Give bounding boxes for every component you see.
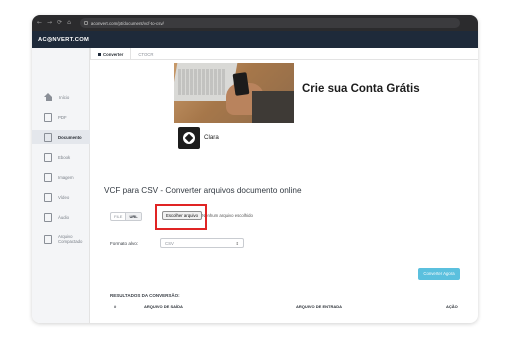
target-format-label: Formato alvo: [110,241,139,246]
column-header-number: # [114,304,117,309]
back-icon[interactable]: ← [37,15,42,31]
ad-brand-logo [178,127,200,149]
tab-label: CTOCR [138,51,154,57]
video-icon [44,192,52,202]
column-header-action: AÇÃO [446,304,458,309]
page: ← → ⟳ ⌂ aconvert.com/pt/document/vcf-to-… [0,0,513,340]
source-file-option[interactable]: FILE [111,213,125,220]
tab-ctocr[interactable]: CTOCR [131,48,160,60]
audio-icon [44,212,52,222]
target-format-select[interactable]: CSV ⇕ [160,238,244,248]
star-icon [183,132,195,144]
tab-bar: Converter CTOCR [90,48,478,60]
page-body: Início PDF Documento Ebook Imagem Vídeo … [32,48,478,323]
ebook-icon [44,152,52,162]
highlight-box [155,204,207,230]
address-bar[interactable]: aconvert.com/pt/document/vcf-to-csv/ [79,18,460,28]
sidebar-item-video[interactable]: Vídeo [32,190,90,204]
sidebar-item-arquivo-compactado[interactable]: Arquivo Compactado [32,230,90,248]
sidebar-item-documento[interactable]: Documento [32,130,90,144]
sidebar-item-label: Imagem [58,174,74,180]
reload-icon[interactable]: ⟳ [57,15,62,31]
tab-converter[interactable]: Converter [90,48,132,60]
site-header: AC◎NVERT.COM [32,31,478,48]
sidebar: Início PDF Documento Ebook Imagem Vídeo … [32,48,90,323]
advertisement-banner[interactable]: Crie sua Conta Grátis Clara [174,63,478,152]
results-title: RESULTADOS DA CONVERSÃO: [110,293,180,298]
convert-now-button[interactable]: Converter Agora [418,268,460,280]
file-status: Nenhum arquivo escolhido [202,213,253,218]
site-logo[interactable]: AC◎NVERT.COM [38,37,89,43]
sidebar-item-ebook[interactable]: Ebook [32,150,90,164]
results-table-header: # ARQUIVO DE SAÍDA ARQUIVO DE ENTRADA AÇ… [110,304,470,312]
sidebar-item-pdf[interactable]: PDF [32,110,90,124]
sidebar-item-label: Início [59,94,70,100]
tab-label: Converter [103,51,124,57]
ad-brand-name: Clara [204,134,219,141]
card-shape [232,72,250,96]
browser-toolbar: ← → ⟳ ⌂ aconvert.com/pt/document/vcf-to-… [32,15,478,31]
forward-icon[interactable]: → [47,15,52,31]
address-url: aconvert.com/pt/document/vcf-to-csv/ [90,20,164,26]
page-title: VCF para CSV - Converter arquivos docume… [104,186,302,195]
converter-tab-icon [98,52,101,56]
image-icon [44,172,52,182]
select-arrows-icon: ⇕ [235,240,239,246]
sidebar-item-label: Ebook [58,154,71,160]
ad-headline: Crie sua Conta Grátis [302,83,420,95]
home-icon[interactable]: ⌂ [67,15,71,31]
source-type-toggle: FILE URL [110,212,142,221]
column-header-output-file: ARQUIVO DE SAÍDA [144,304,183,309]
target-format-value: CSV [165,240,174,246]
source-url-option[interactable]: URL [125,213,141,220]
lock-icon [83,21,88,25]
sidebar-item-label: Documento [58,134,82,140]
main-content: Converter CTOCR Crie sua Conta Grátis Cl… [90,48,478,323]
home-icon [44,93,53,101]
ad-photo [174,63,294,123]
pdf-icon [44,112,52,122]
keyboard-shape [178,69,226,95]
sidebar-item-audio[interactable]: Áudio [32,210,90,224]
sidebar-item-label: Arquivo Compactado [58,234,83,244]
sidebar-item-label: Vídeo [58,194,70,200]
sidebar-item-label: Áudio [58,214,69,220]
archive-icon [44,234,52,244]
sidebar-item-inicio[interactable]: Início [32,90,90,104]
column-header-input-file: ARQUIVO DE ENTRADA [296,304,343,309]
sleeve-shape [252,91,294,123]
document-icon [44,132,52,142]
sidebar-item-label: PDF [58,114,67,120]
sidebar-item-imagem[interactable]: Imagem [32,170,90,184]
browser-window: ← → ⟳ ⌂ aconvert.com/pt/document/vcf-to-… [32,15,478,323]
